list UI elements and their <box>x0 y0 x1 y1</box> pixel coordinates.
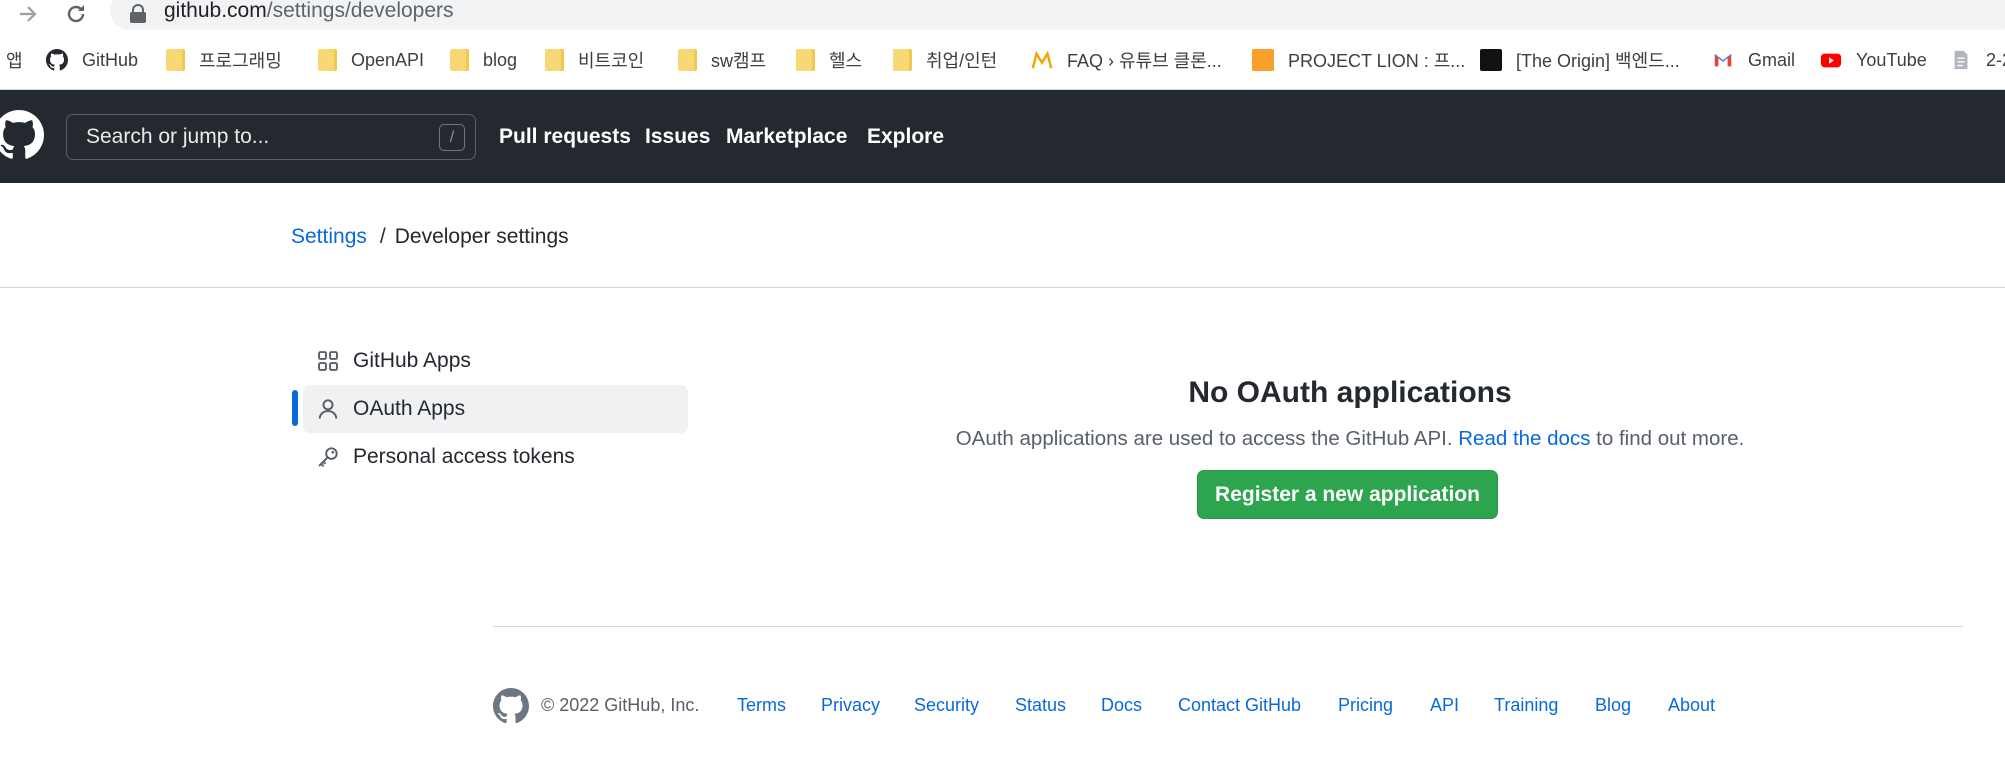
footer-divider <box>493 626 1963 627</box>
bookmark-gmail[interactable]: Gmail <box>1712 42 1795 78</box>
youtube-icon <box>1820 53 1842 68</box>
bookmark-folder[interactable]: sw캠프 <box>678 42 766 78</box>
bookmark-label: PROJECT LION : 프... <box>1288 51 1466 71</box>
bookmarks-bar: 앱 GitHub 프로그래밍 OpenAPI blog 비트코인 sw캠프 헬스… <box>0 42 2005 78</box>
register-new-application-button[interactable]: Register a new application <box>1197 470 1498 519</box>
footer-link-privacy[interactable]: Privacy <box>821 695 880 716</box>
lock-icon <box>130 4 146 23</box>
bookmark-label: 비트코인 <box>578 51 645 71</box>
search-input[interactable]: Search or jump to... / <box>66 114 476 160</box>
sidebar-item-label: GitHub Apps <box>353 349 471 372</box>
bookmark-label: 프로그래밍 <box>199 51 282 71</box>
bookmark-label: [The Origin] 백엔드... <box>1516 51 1680 71</box>
sidebar-item-label: Personal access tokens <box>353 445 575 468</box>
browser-chrome: github.com/settings/developers 앱 GitHub … <box>0 0 2005 90</box>
search-shortcut-key: / <box>439 124 465 151</box>
breadcrumb: Settings / Developer settings <box>291 223 569 251</box>
mcdonalds-icon <box>1031 50 1053 69</box>
bookmark-label: FAQ › 유튜브 클론... <box>1067 51 1222 71</box>
sidebar-item-github-apps[interactable]: GitHub Apps <box>303 337 688 385</box>
footer-link-security[interactable]: Security <box>914 695 979 716</box>
bookmark-label: 헬스 <box>829 51 863 71</box>
footer-link-api[interactable]: API <box>1430 695 1459 716</box>
description-text-end: to find out more. <box>1596 427 1745 450</box>
github-footer-logo-icon[interactable] <box>493 688 529 724</box>
url-path: /settings/developers <box>266 0 454 22</box>
address-row: github.com/settings/developers <box>0 0 2005 30</box>
bookmark-folder[interactable]: 비트코인 <box>545 42 644 78</box>
footer-link-blog[interactable]: Blog <box>1595 695 1631 716</box>
search-placeholder: Search or jump to... <box>86 125 270 148</box>
nav-explore[interactable]: Explore <box>867 90 944 183</box>
bookmark-github[interactable]: GitHub <box>46 42 138 78</box>
active-indicator <box>292 390 298 426</box>
orange-square-icon <box>1252 49 1274 71</box>
sidebar-item-oauth-apps[interactable]: OAuth Apps <box>303 385 688 433</box>
breadcrumb-current: Developer settings <box>394 225 569 248</box>
footer-link-docs[interactable]: Docs <box>1101 695 1142 716</box>
github-icon <box>46 49 68 71</box>
gmail-icon <box>1714 53 1732 67</box>
blankslate-title: No OAuth applications <box>1188 376 1512 409</box>
bookmark-youtube[interactable]: YouTube <box>1820 42 1927 78</box>
sidebar-item-label: OAuth Apps <box>353 397 466 420</box>
sidebar-item-personal-access-tokens[interactable]: Personal access tokens <box>303 433 688 481</box>
github-header: Search or jump to... / Pull requests Iss… <box>0 90 2005 183</box>
footer-link-status[interactable]: Status <box>1015 695 1066 716</box>
folder-icon <box>796 49 815 71</box>
apps-grid-icon <box>318 351 338 371</box>
bookmark-apps[interactable]: 앱 <box>6 42 23 78</box>
bookmark-label: Gmail <box>1748 49 1796 70</box>
folder-icon <box>318 49 337 71</box>
url-host: github.com <box>164 0 267 22</box>
folder-icon <box>545 49 564 71</box>
bookmark-folder[interactable]: OpenAPI <box>318 42 424 78</box>
bookmark-faq[interactable]: FAQ › 유튜브 클론... <box>1031 42 1222 78</box>
forward-arrow-icon[interactable] <box>14 0 42 28</box>
bookmark-folder[interactable]: blog <box>450 42 517 78</box>
footer-link-pricing[interactable]: Pricing <box>1338 695 1393 716</box>
folder-icon <box>450 49 469 71</box>
bookmark-label: YouTube <box>1856 49 1927 70</box>
blankslate-description: OAuth applications are used to access th… <box>900 427 1800 451</box>
key-icon <box>318 447 338 468</box>
bookmark-project-lion[interactable]: PROJECT LION : 프... <box>1252 42 1465 78</box>
folder-icon <box>678 49 697 71</box>
person-icon <box>318 399 338 419</box>
footer-link-about[interactable]: About <box>1668 695 1715 716</box>
breadcrumb-separator: / <box>379 225 386 248</box>
description-text: OAuth applications are used to access th… <box>955 427 1453 450</box>
document-icon <box>1954 50 1968 70</box>
footer-link-contact-github[interactable]: Contact GitHub <box>1178 695 1301 716</box>
bookmark-label: OpenAPI <box>351 49 425 70</box>
nav-issues[interactable]: Issues <box>645 90 710 183</box>
footer-link-training[interactable]: Training <box>1494 695 1558 716</box>
footer-link-terms[interactable]: Terms <box>737 695 786 716</box>
bookmark-folder[interactable]: 프로그래밍 <box>166 42 282 78</box>
bookmark-label: blog <box>483 49 518 70</box>
address-bar[interactable]: github.com/settings/developers <box>110 0 2005 30</box>
github-logo-icon[interactable] <box>0 110 44 160</box>
bookmark-label: 2-2 <box>1986 49 2005 70</box>
bookmark-the-origin[interactable]: [The Origin] 백엔드... <box>1480 42 1680 78</box>
reload-icon[interactable] <box>62 0 90 28</box>
bookmark-folder[interactable]: 헬스 <box>796 42 862 78</box>
nav-pull-requests[interactable]: Pull requests <box>499 90 631 183</box>
read-the-docs-link[interactable]: Read the docs <box>1458 427 1590 450</box>
nav-marketplace[interactable]: Marketplace <box>726 90 847 183</box>
folder-icon <box>893 49 912 71</box>
bookmark-label: sw캠프 <box>711 51 767 71</box>
bookmark-label: 앱 <box>6 51 23 71</box>
breadcrumb-divider <box>0 287 2005 288</box>
folder-icon <box>166 49 185 71</box>
bookmark-label: GitHub <box>82 49 139 70</box>
bookmark-folder[interactable]: 취업/인턴 <box>893 42 997 78</box>
breadcrumb-settings-link[interactable]: Settings <box>291 225 367 249</box>
bookmark-label: 취업/인턴 <box>926 51 998 71</box>
dark-site-icon <box>1480 49 1502 71</box>
footer-copyright: © 2022 GitHub, Inc. <box>541 695 700 715</box>
bookmark-document[interactable]: 2-2 <box>1950 42 2005 78</box>
